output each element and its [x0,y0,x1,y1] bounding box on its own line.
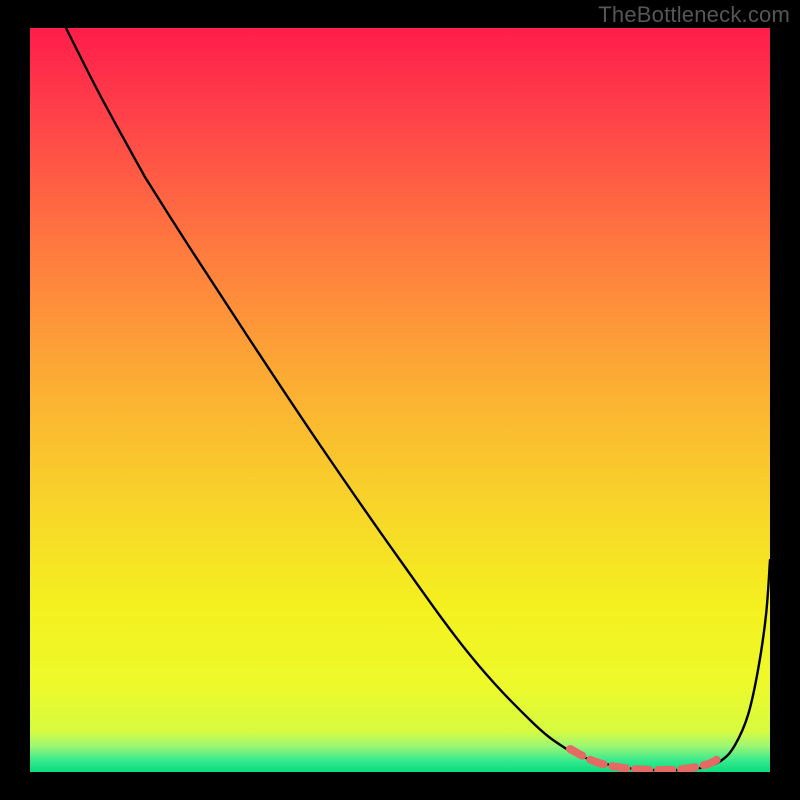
chart-svg [0,0,800,800]
attribution-text: TheBottleneck.com [598,2,790,28]
plot-background [30,28,770,772]
chart-frame: { "attribution": "TheBottleneck.com", "c… [0,0,800,800]
